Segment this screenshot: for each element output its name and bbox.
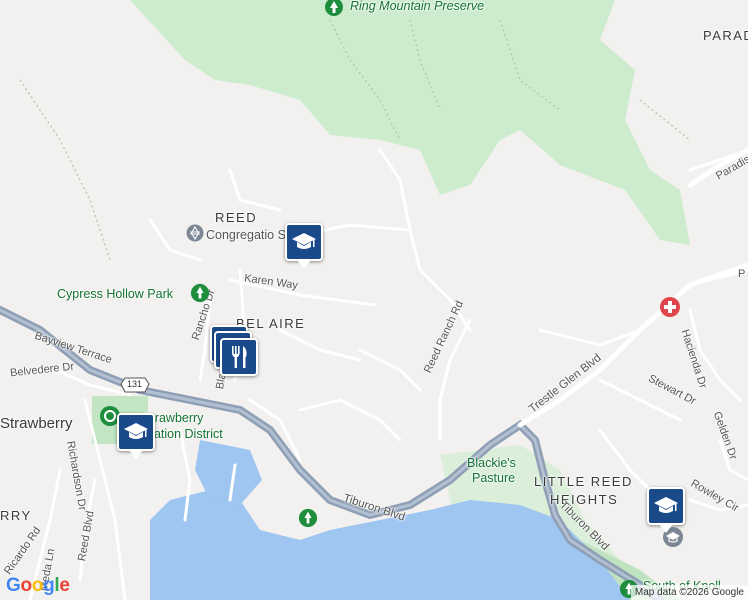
graduation-cap-icon bbox=[654, 497, 678, 513]
area-label-reed: REED bbox=[215, 210, 258, 225]
area-label-rry: RRY bbox=[0, 508, 32, 523]
poi-label-ring-mountain-preserve[interactable]: Ring Mountain Preserve bbox=[350, 0, 484, 13]
school-marker[interactable] bbox=[285, 223, 323, 269]
poi-label-pasture[interactable]: Pasture bbox=[472, 471, 515, 485]
place-of-worship-icon[interactable] bbox=[186, 224, 204, 242]
park-pin-icon[interactable] bbox=[190, 283, 210, 303]
street-label-p: P bbox=[738, 268, 746, 280]
map-attribution[interactable]: Map data ©2026 Google bbox=[630, 585, 748, 600]
route-131-label: 131 bbox=[127, 379, 143, 389]
graduation-cap-icon bbox=[292, 233, 316, 249]
school-marker[interactable] bbox=[117, 413, 155, 459]
poi-label-cypress-hollow-park[interactable]: Cypress Hollow Park bbox=[57, 287, 173, 301]
poi-label-strawberry-recreation-line2[interactable]: eation District bbox=[147, 427, 223, 441]
park-pin-icon[interactable] bbox=[298, 508, 318, 528]
area-label-strawberry: Strawberry bbox=[0, 415, 73, 432]
hospital-pin-icon[interactable] bbox=[659, 296, 681, 318]
fork-knife-icon bbox=[232, 346, 247, 368]
park-pin-icon[interactable] bbox=[323, 0, 345, 20]
school-marker[interactable] bbox=[647, 487, 685, 533]
area-label-paradise: PARAD bbox=[703, 28, 748, 43]
google-logo: Google bbox=[6, 575, 70, 596]
graduation-cap-icon bbox=[124, 423, 148, 439]
map-canvas[interactable]: 131 REED BEL AIRE Strawberry LITTLE REED… bbox=[0, 0, 748, 600]
poi-label-blackies[interactable]: Blackie's bbox=[467, 456, 516, 470]
area-label-little-reed: LITTLE REED bbox=[534, 474, 633, 489]
restaurant-marker[interactable] bbox=[220, 338, 258, 376]
